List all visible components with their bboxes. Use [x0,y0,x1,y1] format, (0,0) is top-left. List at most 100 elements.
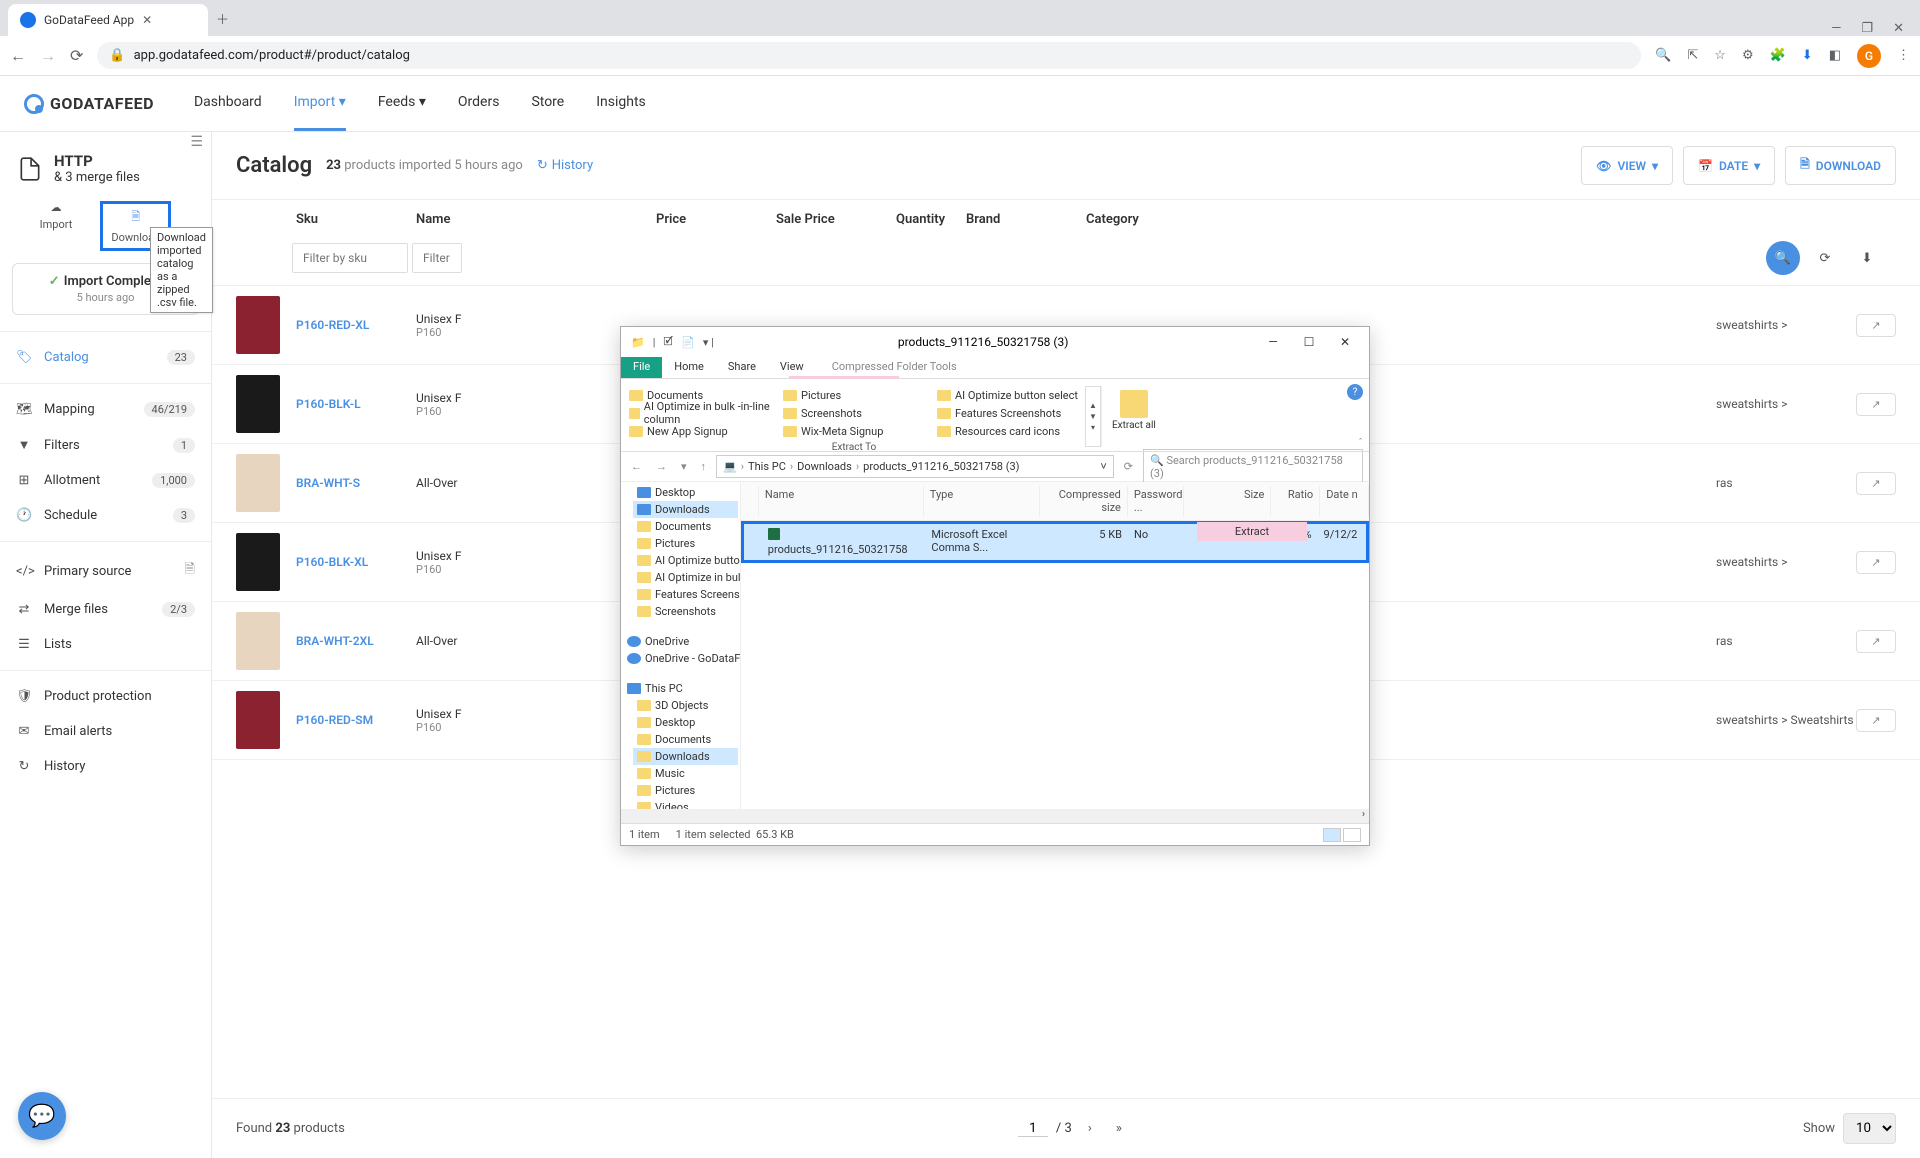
help-icon[interactable]: ? [1347,384,1363,400]
maximize-icon[interactable]: ☐ [1291,328,1327,356]
tree-node[interactable]: Pictures [633,535,738,552]
tree-node[interactable]: Documents [633,518,738,535]
explorer-titlebar[interactable]: 📁 | 🗹 📄 ▾ | products_911216_50321758 (3)… [621,327,1369,357]
col-brand[interactable]: Brand [966,212,1086,227]
download-csv-button[interactable]: ⬇ [1850,241,1884,275]
ribbon-extract[interactable]: Extract [1197,522,1307,541]
refresh-icon[interactable]: ⟳ [1120,460,1137,473]
view-button[interactable]: 👁VIEW ▾ [1581,146,1673,185]
sidebar-item-history[interactable]: ↻History [0,749,211,784]
destination-folder[interactable]: Resources card icons [933,422,1083,440]
col-sku[interactable]: Sku [296,212,416,227]
tab-close-icon[interactable]: ✕ [142,13,152,27]
nav-back-icon[interactable]: ← [627,460,646,473]
tree-node[interactable]: Pictures [633,782,738,799]
col-cat[interactable]: Category [1086,212,1836,227]
download-button[interactable]: 🗎DOWNLOAD [1785,146,1896,185]
explorer-tree[interactable]: DesktopDownloadsDocumentsPicturesAI Opti… [621,482,741,809]
nav-feeds[interactable]: Feeds ▾ [378,76,426,131]
tree-node[interactable]: 3D Objects [633,697,738,714]
window-minimize-icon[interactable]: — [1831,21,1841,36]
new-tab-button[interactable]: ＋ [208,1,237,36]
tree-node[interactable]: Desktop [633,714,738,731]
product-sku[interactable]: P160-RED-XL [296,318,416,332]
next-page-button[interactable]: › [1080,1117,1100,1140]
sidebar-item-mapping[interactable]: 🗺Mapping46/219 [0,392,211,427]
close-icon[interactable]: ✕ [1327,328,1363,356]
window-maximize-icon[interactable]: ❐ [1861,21,1873,36]
sidebar-toggle-icon[interactable]: ☰ [190,134,203,150]
tree-node[interactable]: This PC [623,680,738,697]
window-close-icon[interactable]: ✕ [1893,21,1904,36]
zoom-icon[interactable]: 🔍 [1655,48,1671,63]
nav-recent-icon[interactable]: ▾ [677,460,691,473]
open-button[interactable]: ↗ [1856,314,1896,337]
toolbar-icon[interactable]: 🗹 [659,333,677,352]
nav-orders[interactable]: Orders [458,76,500,131]
destination-folder[interactable]: Wix-Meta Signup [779,422,929,440]
chevron-down-icon[interactable]: ˅ [1100,460,1106,473]
tree-node[interactable]: Videos [633,799,738,809]
col-price[interactable]: Price [656,212,776,227]
extract-all-button[interactable]: Extract all [1101,386,1166,447]
sidebar-item-email-alerts[interactable]: ✉Email alerts [0,714,211,749]
page-input[interactable] [1018,1121,1048,1137]
download-icon[interactable]: ⬇ [1802,48,1813,63]
panel-icon[interactable]: ◧ [1829,48,1841,63]
reload-button[interactable]: ⟳ [70,46,83,65]
tree-node[interactable]: OneDrive [623,633,738,650]
destination-folder[interactable]: Features Screenshots [933,404,1083,422]
nav-insights[interactable]: Insights [596,76,646,131]
ribbon-share[interactable]: Share [716,357,768,378]
col-sale[interactable]: Sale Price [776,212,896,227]
chat-bubble[interactable]: 💬 [18,1092,66,1140]
sidebar-item-allotment[interactable]: ⊞Allotment1,000 [0,463,211,498]
sidebar-item-primary-source[interactable]: </>Primary source🗎 [0,550,211,592]
list-columns[interactable]: Name Type Compressed size Password ... S… [741,482,1369,521]
product-sku[interactable]: P160-BLK-L [296,397,416,411]
address-bar[interactable]: 🔒 app.godatafeed.com/product#/product/ca… [97,42,1641,69]
share-icon[interactable]: ⇱ [1687,48,1698,63]
toolbar-icon[interactable]: 📄 [677,336,699,349]
col-name[interactable]: Name [416,212,656,227]
product-sku[interactable]: BRA-WHT-2XL [296,634,416,648]
destination-folder[interactable]: Screenshots [779,404,929,422]
product-sku[interactable]: P160-BLK-XL [296,555,416,569]
last-page-button[interactable]: » [1108,1117,1130,1140]
open-button[interactable]: ↗ [1856,551,1896,574]
tree-node[interactable]: Desktop [633,484,738,501]
back-button[interactable]: ← [10,46,26,66]
date-button[interactable]: 📅DATE ▾ [1683,146,1775,185]
nav-dashboard[interactable]: Dashboard [194,76,262,131]
ribbon-home[interactable]: Home [662,357,716,378]
open-button[interactable]: ↗ [1856,709,1896,732]
destination-folder[interactable]: AI Optimize button select [933,386,1083,404]
tree-node[interactable]: AI Optimize butto [633,552,738,569]
breadcrumb-path[interactable]: 💻› This PC› Downloads› products_911216_5… [716,455,1114,478]
import-action[interactable]: ☁ Import [40,201,73,251]
tree-node[interactable]: Downloads [633,748,738,765]
ribbon-view[interactable]: View [768,357,816,378]
search-button[interactable]: 🔍 [1766,241,1800,275]
view-toggle[interactable] [1323,828,1361,842]
nav-store[interactable]: Store [531,76,564,131]
ribbon-file[interactable]: File [621,357,662,378]
sidebar-item-merge-files[interactable]: ⇄Merge files2/3 [0,592,211,627]
sidebar-item-catalog[interactable]: 🏷Catalog23 [0,340,211,375]
minimize-icon[interactable]: — [1255,328,1291,356]
filter-sku-input[interactable] [292,243,408,273]
open-button[interactable]: ↗ [1856,472,1896,495]
tree-node[interactable]: Documents [633,731,738,748]
destination-folder[interactable]: AI Optimize in bulk -in-line column [625,404,775,422]
refresh-button[interactable]: ⟳ [1808,241,1842,275]
destination-folder[interactable]: Pictures [779,386,929,404]
profile-avatar[interactable]: G [1857,44,1881,68]
destination-folder[interactable]: New App Signup [625,422,775,440]
explorer-search[interactable]: 🔍 Search products_911216_50321758 (3) [1143,449,1363,485]
extension-icon[interactable]: ⚙ [1742,48,1754,63]
col-qty[interactable]: Quantity [896,212,966,227]
browser-tab[interactable]: GoDataFeed App ✕ [8,4,208,36]
nav-forward-icon[interactable]: → [652,460,671,473]
tree-node[interactable]: Screenshots [633,603,738,620]
destinations-scroll[interactable]: ▲▼▾ [1085,386,1101,447]
